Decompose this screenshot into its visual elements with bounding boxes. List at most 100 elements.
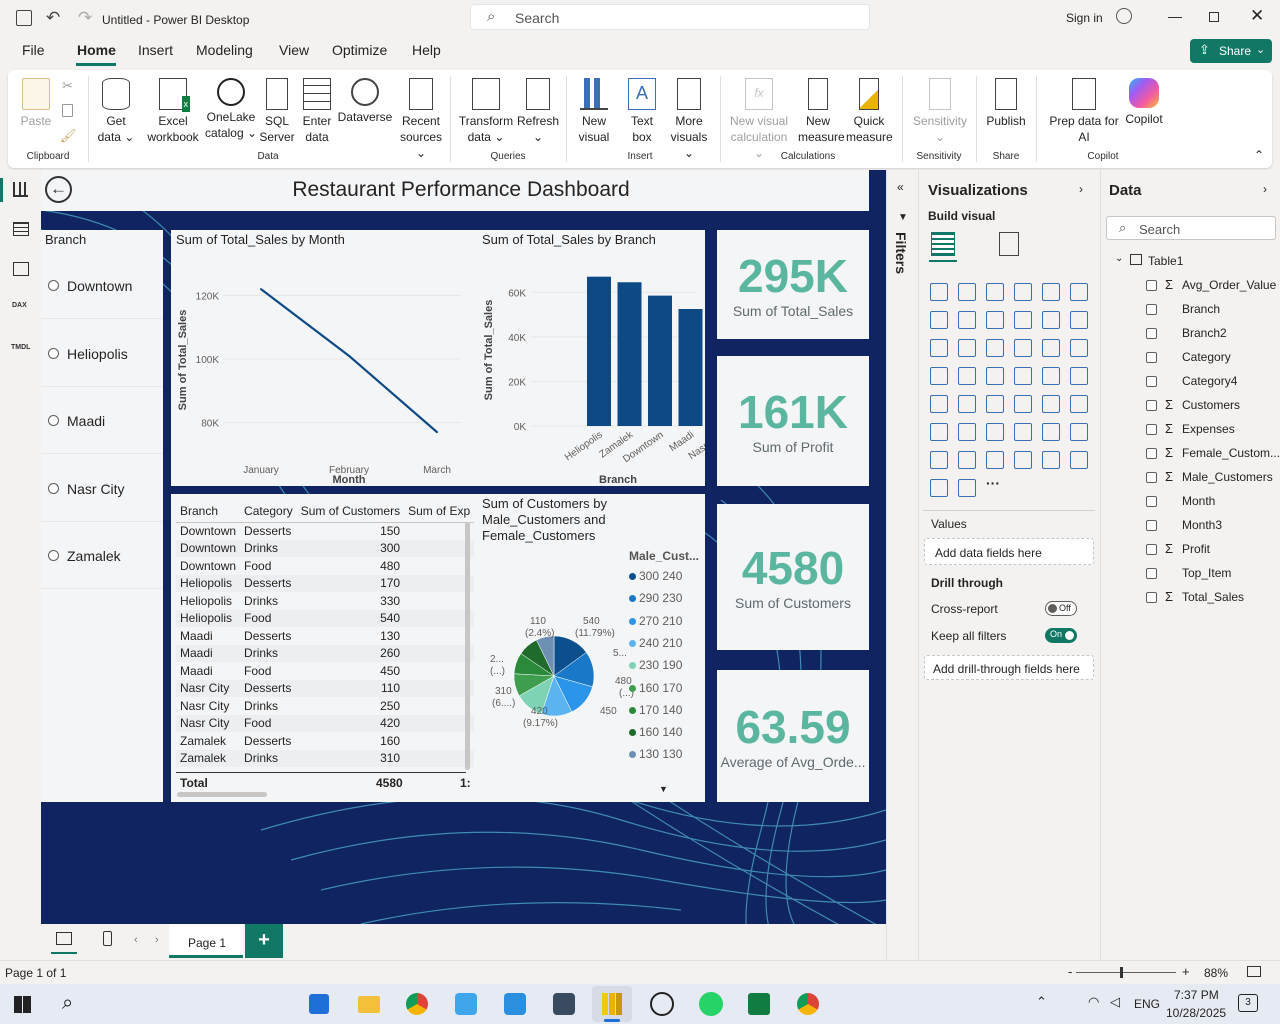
save-icon[interactable] bbox=[16, 10, 32, 26]
menu-insert[interactable]: Insert bbox=[138, 42, 173, 58]
field-item[interactable]: Σ Total_Sales bbox=[1101, 589, 1279, 607]
table-icon[interactable] bbox=[1014, 395, 1032, 413]
start-button-icon[interactable] bbox=[14, 996, 31, 1013]
legend-item[interactable]: 170 140 bbox=[629, 703, 703, 717]
transform-data-button[interactable]: Transform data ⌄ bbox=[458, 78, 514, 145]
table-row[interactable]: Nasr City Drinks 250 bbox=[176, 697, 474, 715]
undo-icon[interactable]: ↶ bbox=[46, 8, 60, 28]
get-more-icon[interactable] bbox=[1070, 451, 1088, 469]
gauge-icon[interactable] bbox=[1042, 367, 1060, 385]
kpi-card[interactable]: 63.59 Average of Avg_Orde... bbox=[717, 670, 869, 802]
kpi-icon[interactable] bbox=[958, 395, 976, 413]
collapse-data-icon[interactable]: › bbox=[1263, 182, 1267, 196]
kpi-card[interactable]: 161K Sum of Profit bbox=[717, 356, 869, 486]
report-view-icon[interactable] bbox=[0, 178, 3, 202]
customers-pie-chart[interactable]: Sum of Customers by Male_Customers and F… bbox=[477, 494, 705, 802]
excel-taskbar-icon[interactable] bbox=[748, 993, 770, 1015]
zoom-slider-thumb[interactable] bbox=[1120, 967, 1123, 978]
power-automate-icon[interactable] bbox=[986, 451, 1004, 469]
decomposition-tree-icon[interactable] bbox=[986, 423, 1004, 441]
field-item[interactable]: Category4 bbox=[1101, 373, 1279, 391]
zoom-slider[interactable] bbox=[1076, 967, 1176, 978]
table-row[interactable]: Downtown Food 480 bbox=[176, 557, 474, 575]
stacked-area-icon[interactable] bbox=[986, 311, 1004, 329]
table-row[interactable]: Nasr City Food 420 bbox=[176, 714, 475, 732]
radio-button[interactable] bbox=[48, 280, 59, 291]
add-page-button[interactable]: + bbox=[245, 924, 283, 958]
minimize-button[interactable]: — bbox=[1168, 8, 1182, 24]
share-button[interactable]: ⇪ Share ⌄ bbox=[1190, 39, 1272, 63]
table-row[interactable]: Zamalek Drinks 310 bbox=[176, 749, 475, 767]
chrome-profile-icon[interactable] bbox=[797, 993, 819, 1015]
waterfall-icon[interactable] bbox=[1070, 311, 1088, 329]
close-button[interactable]: ✕ bbox=[1250, 6, 1264, 26]
column-header[interactable]: Branch bbox=[176, 500, 241, 523]
card-icon[interactable] bbox=[1070, 367, 1088, 385]
publish-button[interactable]: Publish bbox=[984, 78, 1028, 129]
field-checkbox[interactable] bbox=[1146, 496, 1157, 507]
mobile-layout-icon[interactable] bbox=[103, 931, 112, 946]
app-icon[interactable] bbox=[455, 993, 477, 1015]
qa-icon[interactable] bbox=[1014, 423, 1032, 441]
fabric-icon[interactable] bbox=[930, 479, 948, 497]
table-row[interactable]: Zamalek Desserts 160 bbox=[176, 732, 474, 750]
menu-file[interactable]: File bbox=[22, 42, 45, 58]
table-row[interactable]: Heliopolis Drinks 330 bbox=[176, 592, 474, 610]
get-data-button[interactable]: Get data ⌄ bbox=[96, 78, 136, 145]
scatter-icon[interactable] bbox=[1014, 339, 1032, 357]
legend-item[interactable]: 160 170 bbox=[629, 681, 703, 695]
funnel-icon[interactable] bbox=[986, 339, 1004, 357]
onelake-catalog-button[interactable]: OneLake catalog ⌄ bbox=[198, 78, 264, 141]
field-checkbox[interactable] bbox=[1146, 376, 1157, 387]
copy-icon[interactable] bbox=[62, 104, 73, 117]
legend-scroll-down-icon[interactable]: ▼ bbox=[659, 784, 668, 794]
chatgpt-icon[interactable] bbox=[650, 992, 674, 1016]
radio-button[interactable] bbox=[48, 550, 59, 561]
text-box-button[interactable]: A Text box bbox=[622, 78, 662, 145]
table-row[interactable]: Nasr City Desserts 110 bbox=[176, 679, 475, 697]
more-options-icon[interactable]: ··· bbox=[986, 475, 1000, 491]
slicer-item[interactable]: Zamalek bbox=[41, 523, 163, 589]
legend-item[interactable]: 240 210 bbox=[629, 636, 703, 650]
vertical-scrollbar[interactable] bbox=[465, 522, 470, 770]
field-checkbox[interactable] bbox=[1146, 544, 1157, 555]
multirow-card-icon[interactable] bbox=[930, 395, 948, 413]
vscode-icon[interactable] bbox=[504, 993, 526, 1015]
table-expand-chevron-icon[interactable]: ⌄ bbox=[1115, 253, 1123, 264]
branch-category-table[interactable]: Branch Category Sum of Customers Sum of Exp… bbox=[171, 494, 477, 802]
values-drop-zone[interactable]: Add data fields here bbox=[924, 538, 1094, 565]
zoom-in-button[interactable]: + bbox=[1182, 964, 1190, 979]
zoom-level[interactable]: 88% bbox=[1204, 966, 1228, 980]
menu-modeling[interactable]: Modeling bbox=[196, 42, 253, 58]
slicer-icon[interactable] bbox=[986, 395, 1004, 413]
kpi-card[interactable]: 4580 Sum of Customers bbox=[717, 504, 869, 650]
field-item[interactable]: Branch2 bbox=[1101, 325, 1279, 343]
table-view-icon[interactable] bbox=[13, 222, 29, 236]
sign-in-link[interactable]: Sign in bbox=[1066, 11, 1103, 25]
page-tab-1[interactable]: Page 1 bbox=[169, 924, 243, 958]
radio-button[interactable] bbox=[48, 415, 59, 426]
expand-filters-icon[interactable]: « bbox=[897, 180, 904, 194]
clustered-bar-icon[interactable] bbox=[986, 283, 1004, 301]
field-item[interactable]: Branch bbox=[1101, 301, 1279, 319]
whatsapp-icon[interactable] bbox=[699, 992, 723, 1016]
100-bar-icon[interactable] bbox=[1042, 283, 1060, 301]
line-column-icon[interactable] bbox=[1014, 311, 1032, 329]
keep-filters-toggle[interactable]: On bbox=[1045, 628, 1077, 643]
desktop-layout-icon[interactable] bbox=[56, 932, 72, 945]
table-row[interactable]: Maadi Desserts 130 bbox=[176, 627, 474, 645]
filters-pane-collapsed[interactable]: « ▼ Filters bbox=[886, 170, 918, 960]
report-canvas[interactable]: ← Restaurant Performance Dashboard Branc… bbox=[41, 170, 886, 924]
table-row[interactable]: Heliopolis Desserts 170 bbox=[176, 574, 475, 592]
chrome-icon[interactable] bbox=[406, 993, 428, 1015]
language-indicator[interactable]: ENG bbox=[1134, 997, 1160, 1011]
field-item[interactable]: Σ Expenses bbox=[1101, 421, 1279, 439]
menu-help[interactable]: Help bbox=[412, 42, 441, 58]
field-item[interactable]: Σ Profit bbox=[1101, 541, 1279, 559]
legend-item[interactable]: 290 230 bbox=[629, 591, 703, 605]
sales-by-month-chart[interactable]: Sum of Total_Sales by Month 80K 100K 120K J… bbox=[171, 230, 477, 486]
radio-button[interactable] bbox=[48, 482, 59, 494]
r-visual-icon[interactable] bbox=[1070, 395, 1088, 413]
card-new-icon[interactable] bbox=[1014, 451, 1032, 469]
collapse-ribbon-icon[interactable]: ⌃ bbox=[1254, 148, 1264, 162]
